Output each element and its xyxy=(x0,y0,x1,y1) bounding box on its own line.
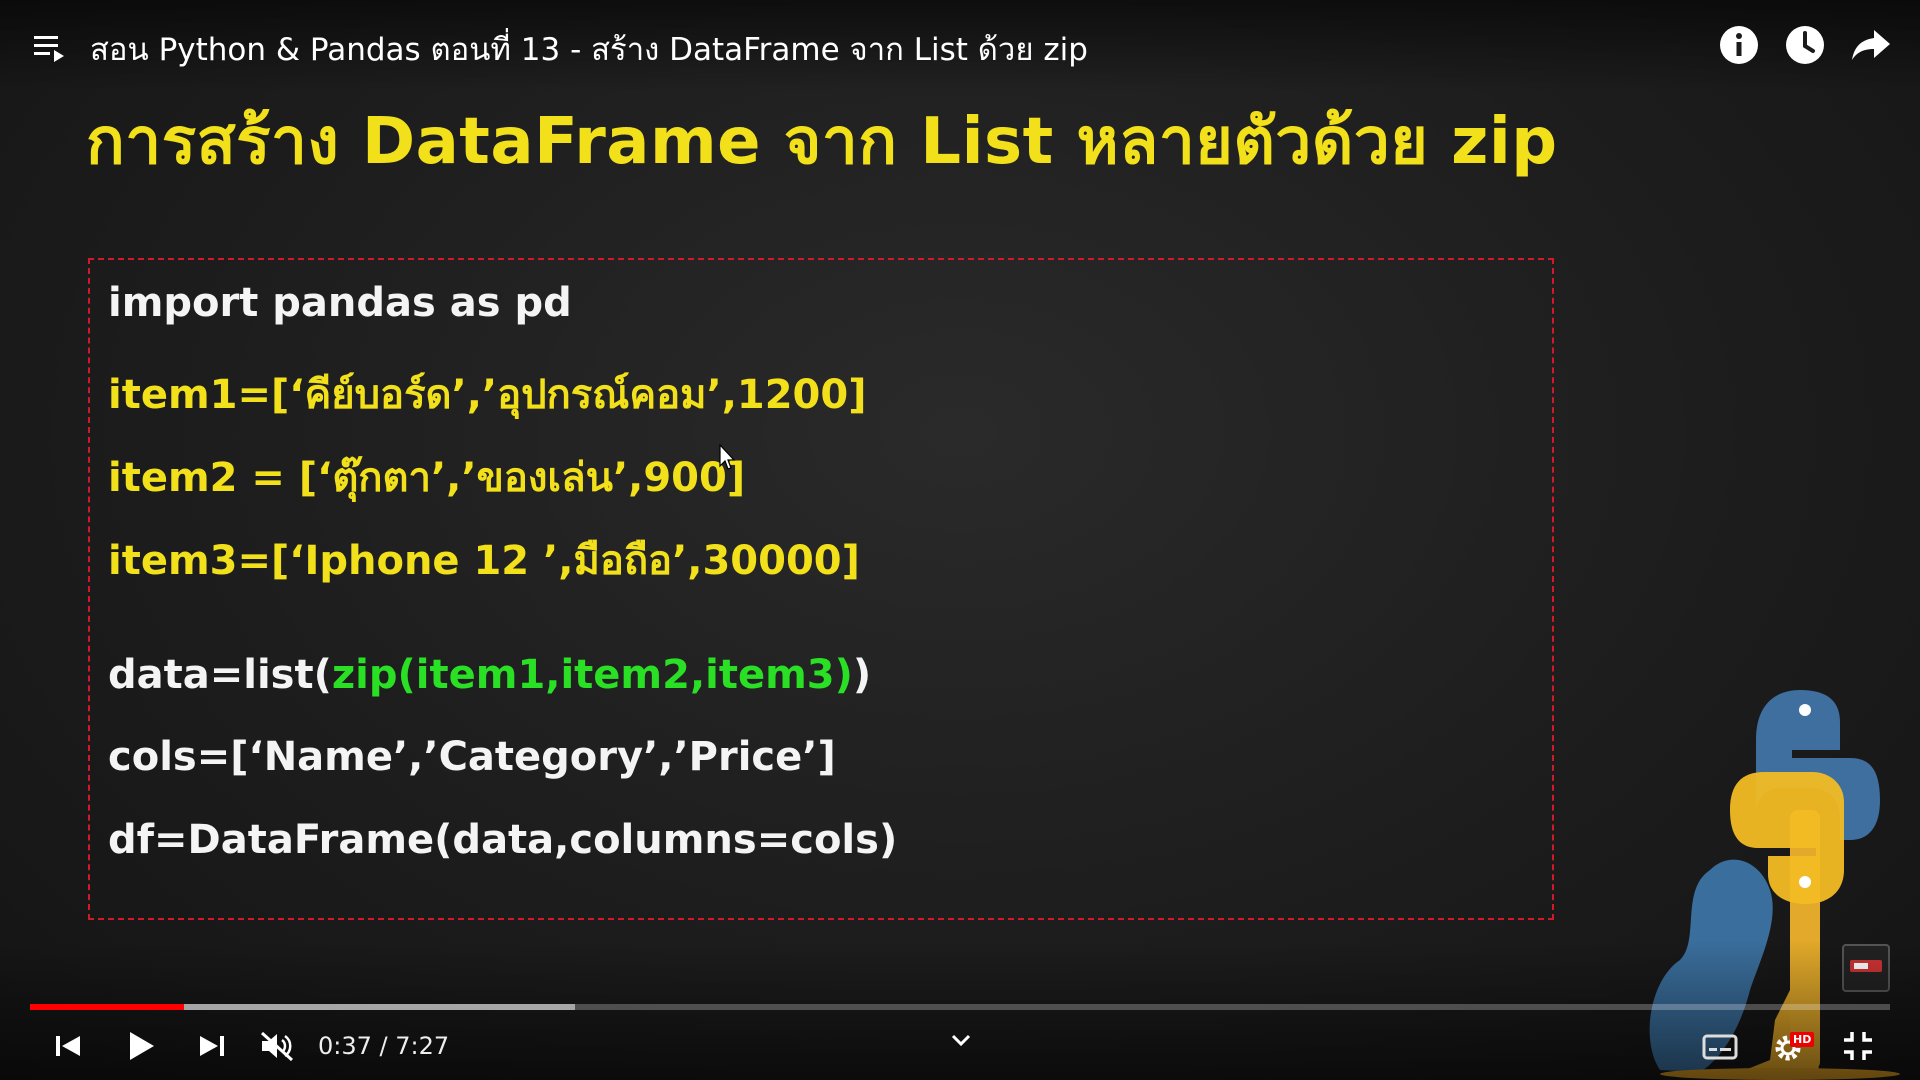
share-arrow-icon[interactable] xyxy=(1848,22,1894,68)
progress-played xyxy=(30,1004,185,1010)
code-line-item1: item1=[‘คีย์บอร์ด’,’อุปกรณ์คอม’,1200] xyxy=(108,372,867,418)
fullscreen-exit-icon[interactable] xyxy=(1836,1028,1880,1064)
video-title[interactable]: สอน Python & Pandas ตอนที่ 13 - สร้าง Da… xyxy=(90,24,1088,74)
code-line-import: import pandas as pd xyxy=(108,280,572,326)
mouse-cursor-icon xyxy=(719,444,736,470)
play-button[interactable] xyxy=(118,1028,162,1064)
top-bar: สอน Python & Pandas ตอนที่ 13 - สร้าง Da… xyxy=(0,0,1920,92)
volume-muted-icon[interactable] xyxy=(256,1028,300,1064)
hd-badge: HD xyxy=(1790,1032,1815,1047)
slide-heading: การสร้าง DataFrame จาก List หลายตัวด้วย … xyxy=(86,105,1558,179)
skip-previous-button[interactable] xyxy=(46,1028,90,1064)
info-icon[interactable] xyxy=(1716,22,1762,68)
code-data-prefix: data=list( xyxy=(108,652,332,698)
code-line-data: data=list(zip(item1,item2,item3)) xyxy=(108,652,871,698)
duration: 7:27 xyxy=(395,1032,450,1060)
skip-next-button[interactable] xyxy=(190,1028,234,1064)
captions-icon[interactable] xyxy=(1698,1028,1742,1064)
code-line-df: df=DataFrame(data,columns=cols) xyxy=(108,817,898,863)
progress-bar[interactable] xyxy=(30,1004,1890,1010)
code-data-suffix: ) xyxy=(852,652,872,698)
code-data-zip: zip(item1,item2,item3) xyxy=(331,652,853,698)
code-line-item2: item2 = [‘ตุ๊กตา’,’ของเล่น’,900] xyxy=(108,455,746,501)
chevron-down-icon[interactable] xyxy=(948,1030,974,1050)
current-time: 0:37 xyxy=(318,1032,372,1060)
playlist-icon[interactable] xyxy=(32,30,68,66)
clock-icon[interactable] xyxy=(1782,22,1828,68)
code-line-cols: cols=[‘Name’,’Category’,’Price’] xyxy=(108,734,836,780)
time-display: 0:37 / 7:27 xyxy=(318,1032,449,1060)
video-player[interactable]: การสร้าง DataFrame จาก List หลายตัวด้วย … xyxy=(0,0,1920,1080)
code-line-item3: item3=[‘Iphone 12 ’,มือถือ’,30000] xyxy=(108,538,860,584)
time-separator: / xyxy=(371,1032,396,1060)
